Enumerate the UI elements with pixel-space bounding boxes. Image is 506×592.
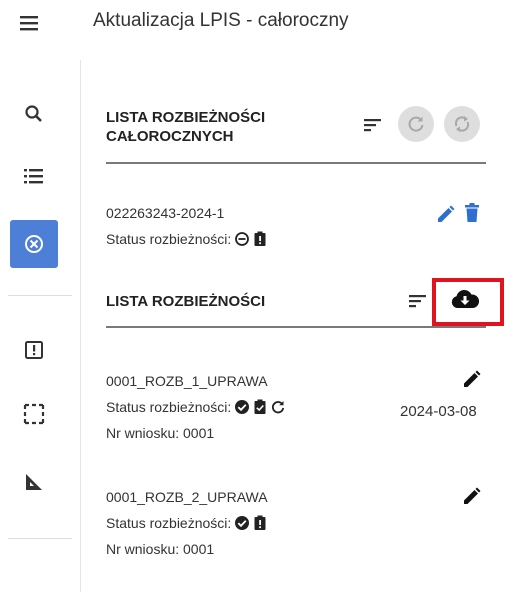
- discrepancy-list-title: LISTA ROZBIEŻNOŚCI: [106, 293, 266, 310]
- check-circle-icon: [235, 400, 250, 414]
- discrepancy-edit-button[interactable]: [462, 486, 482, 506]
- discrepancy-item-date: 2024-03-08: [400, 403, 477, 420]
- discrepancy-item-status: Status rozbieżności:: [106, 515, 267, 531]
- rail-search-button[interactable]: [10, 90, 58, 138]
- annual-edit-button[interactable]: [436, 204, 456, 224]
- discrepancy-edit-button[interactable]: [462, 369, 482, 389]
- section-divider: [106, 162, 486, 164]
- minus-circle-icon: [235, 232, 250, 246]
- sort-icon: [409, 295, 426, 308]
- discrepancy-item-request: Nr wniosku: 0001: [106, 541, 215, 557]
- check-circle-icon: [235, 516, 250, 530]
- status-label: Status rozbieżności:: [106, 231, 232, 247]
- discrepancy-item-name: 0001_ROZB_2_UPRAWA: [106, 489, 268, 505]
- section-divider: [106, 326, 486, 328]
- annual-item-status: Status rozbieżności:: [106, 231, 267, 247]
- annual-list-title-line1: LISTA ROZBIEŻNOŚCI: [106, 109, 266, 126]
- refresh-small-icon: [272, 401, 285, 414]
- discrepancy-item-status: Status rozbieżności:: [106, 399, 286, 415]
- rail-select-button[interactable]: [10, 390, 58, 438]
- search-icon: [25, 105, 42, 122]
- pencil-icon: [464, 370, 481, 387]
- cloud-download-icon: [451, 289, 480, 308]
- menu-button[interactable]: [18, 14, 40, 32]
- rail-divider: [8, 538, 72, 539]
- clipboard-alert-icon: [254, 231, 266, 246]
- clipboard-alert-icon: [254, 515, 266, 530]
- trash-icon: [465, 203, 479, 222]
- pencil-icon: [438, 205, 455, 222]
- discrepancy-item-name: 0001_ROZB_1_UPRAWA: [106, 373, 268, 389]
- alert-box-icon: [25, 341, 43, 359]
- annual-delete-button[interactable]: [464, 203, 480, 223]
- ruler-triangle-icon: [26, 474, 42, 490]
- status-label: Status rozbieżności:: [106, 515, 232, 531]
- refresh-button[interactable]: [398, 106, 434, 142]
- pencil-icon: [464, 487, 481, 504]
- sort-icon: [364, 119, 381, 132]
- annual-sort-button[interactable]: [362, 116, 384, 134]
- list-icon: [24, 169, 43, 184]
- rail-discrepancy-button[interactable]: [10, 220, 58, 268]
- clipboard-check-icon: [254, 399, 266, 414]
- select-dashed-icon: [23, 403, 45, 425]
- tool-rail: [0, 60, 81, 592]
- discrepancy-item-request: Nr wniosku: 0001: [106, 425, 215, 441]
- app-title: Aktualizacja LPIS - całoroczny: [93, 10, 349, 31]
- rail-measure-button[interactable]: [10, 458, 58, 506]
- annual-item-id: 022263243-2024-1: [106, 205, 225, 221]
- rail-alert-button[interactable]: [10, 326, 58, 374]
- rail-divider: [8, 295, 72, 296]
- sync-button[interactable]: [444, 106, 480, 142]
- discrepancy-sort-button[interactable]: [407, 292, 429, 310]
- status-label: Status rozbieżności:: [106, 399, 232, 415]
- annual-list-title-line2: CAŁOROCZNYCH: [106, 128, 234, 145]
- sync-icon: [454, 116, 470, 132]
- hamburger-icon: [20, 16, 38, 31]
- annual-list-title: LISTA ROZBIEŻNOŚCI CAŁOROCZNYCH: [106, 108, 265, 146]
- refresh-icon: [408, 116, 424, 132]
- rail-list-button[interactable]: [10, 152, 58, 200]
- download-button[interactable]: [450, 288, 480, 310]
- cancel-circle-icon: [25, 235, 43, 253]
